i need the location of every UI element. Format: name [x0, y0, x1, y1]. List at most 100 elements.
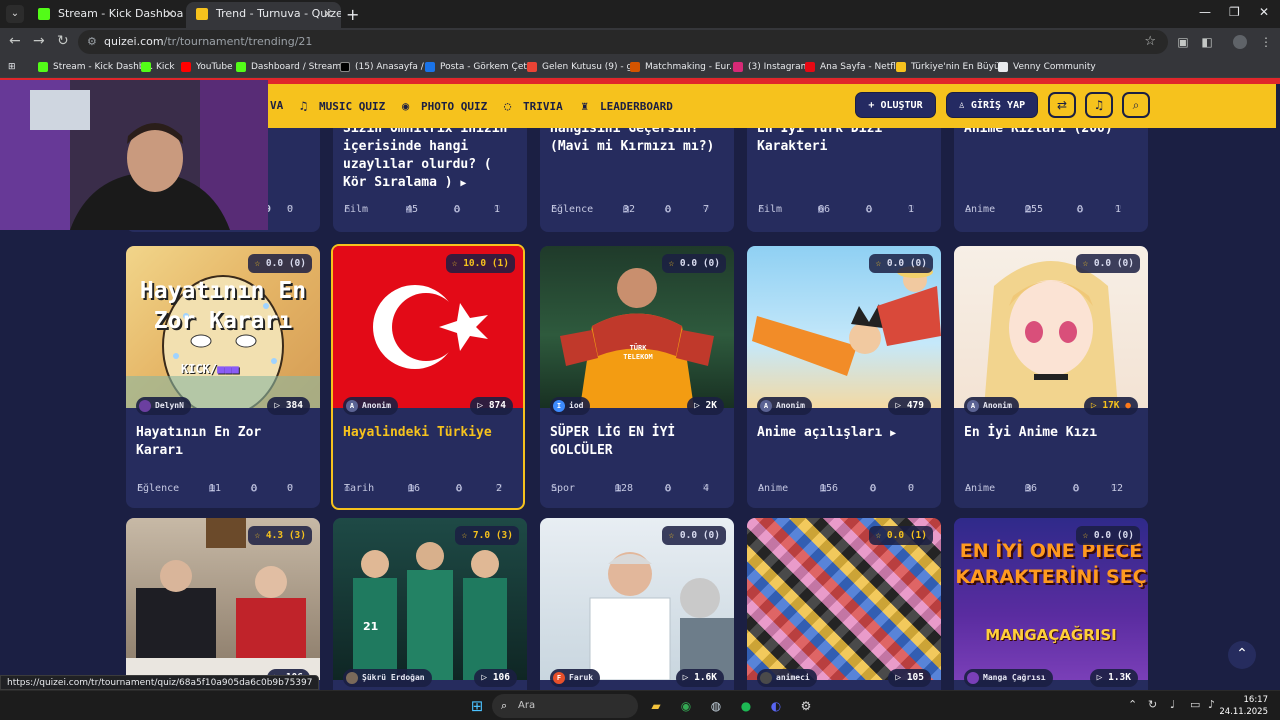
author-badge[interactable]: A Anonim	[343, 397, 398, 415]
bookmark-star-icon[interactable]: ☆	[1144, 30, 1156, 54]
spotify-icon[interactable]: ●	[736, 696, 756, 716]
extensions-puzzle-icon[interactable]: ◧	[1200, 35, 1214, 49]
author-badge[interactable]: F Faruk	[550, 669, 601, 687]
profile-avatar-icon[interactable]	[1233, 35, 1247, 49]
rating-value: 7.0	[472, 530, 491, 541]
network-icon[interactable]: ▭	[1190, 698, 1200, 711]
quiz-card[interactable]: ☆ 4.3 (3) ▷ 106	[126, 518, 320, 690]
start-icon[interactable]: ⊞	[467, 696, 487, 716]
close-tab-icon[interactable]: ✕	[165, 2, 175, 26]
volume-icon[interactable]: ♪	[1208, 698, 1215, 711]
extension-icon[interactable]: ▣	[1176, 35, 1190, 49]
quiz-card[interactable]: ☆ 0.0 (0) A Anonim ▷ 17K ● En İyi Anime K…	[954, 246, 1148, 508]
chrome-icon[interactable]: ◉	[676, 696, 696, 716]
card-title: SÜPER LİG EN İYİ GOLCÜLER	[550, 425, 676, 458]
quiz-card[interactable]: TÜRK TELEKOM ☆ 0.0 (0) Iiod ▷ 2K SÜPER L…	[540, 246, 734, 508]
search-icon[interactable]: ⌕	[1122, 92, 1150, 118]
tab-quizei-trend[interactable]: Trend - Turnuva - Quizei ✕	[186, 2, 341, 28]
author-badge[interactable]: animeci	[757, 669, 817, 687]
avatar	[760, 672, 772, 684]
new-tab-button[interactable]: +	[346, 5, 359, 24]
minimize-icon[interactable]: —	[1199, 5, 1211, 19]
webcam-overlay	[0, 80, 268, 230]
author-badge[interactable]: A Anonim	[757, 397, 812, 415]
bookmark-matchmaking[interactable]: Matchmaking - Eur...	[630, 60, 738, 74]
scroll-to-top-button[interactable]: ⌃	[1228, 641, 1256, 669]
quiz-card[interactable]: Anime Kızları (200) ⌂ Anime ▤ 255 ◯ 0 ♡ 1	[954, 120, 1148, 232]
plays-badge: ▷ 105	[888, 669, 931, 687]
quiz-card[interactable]: ☆ 0.0 (1) animeci ▷ 105	[747, 518, 941, 690]
bookmark-posta[interactable]: Posta - Görkem Çeti...	[425, 60, 538, 74]
bookmark-label: Ana Sayfa - Netflix	[820, 62, 904, 72]
nav-photo-quiz[interactable]: ◉ PHOTO QUIZ	[402, 98, 487, 115]
menu-dots-icon[interactable]: ⋮	[1259, 35, 1273, 49]
nav-trivia[interactable]: ◌ TRIVIA	[504, 98, 563, 115]
rating-badge: ☆ 0.0 (0)	[1076, 526, 1140, 545]
plays-value: 1.6K	[694, 672, 717, 683]
nav-music-quiz[interactable]: ♫ MUSIC QUIZ	[300, 98, 385, 115]
system-clock[interactable]: 16:17 24.11.2025	[1219, 694, 1268, 718]
bookmark-kick[interactable]: Kick	[141, 60, 175, 74]
quiz-card[interactable]: En İyi Türk Dizi Karakteri ⌂ Film ▤ 66 ◯ 0 …	[747, 120, 941, 232]
category-value: Spor	[551, 483, 576, 494]
address-bar[interactable]: ⚙ quizei.com/tr/tournament/trending/21 ☆	[78, 30, 1168, 54]
file-explorer-icon[interactable]: ▰	[646, 696, 666, 716]
plays-badge: ▷ 106	[474, 669, 517, 687]
bookmark-youtube[interactable]: YouTube	[181, 60, 233, 74]
close-tab-icon[interactable]: ✕	[323, 2, 333, 26]
avatar: I	[553, 400, 565, 412]
bookmark-kick-dashboard[interactable]: Stream - Kick Dashb...	[38, 60, 153, 74]
restore-icon[interactable]: ❐	[1229, 5, 1240, 19]
camera-icon: ◉	[402, 99, 410, 113]
notification-bell-icon[interactable]: ♫	[1085, 92, 1113, 118]
bookmark-venny[interactable]: Venny Community	[998, 60, 1096, 74]
tab-kick-dashboard[interactable]: Stream - Kick Dashboard ✕	[28, 2, 183, 28]
bookmark-turkiye[interactable]: Türkiye'nin En Büyü...	[896, 60, 1008, 74]
quiz-card[interactable]: Hangisini Geçersin? (Mavi mi Kırmızı mı?…	[540, 120, 734, 232]
language-icon[interactable]: ⇄	[1048, 92, 1076, 118]
nav-label: TRIVIA	[523, 100, 563, 113]
discord-icon[interactable]: ◐	[766, 696, 786, 716]
apps-grid-icon[interactable]: ⊞	[8, 60, 16, 74]
login-button[interactable]: ♙ GİRİŞ YAP	[946, 92, 1038, 118]
category-value: Film	[758, 204, 783, 215]
close-window-icon[interactable]: ✕	[1259, 5, 1269, 19]
plays-badge: ▷ 1.6K	[675, 669, 724, 687]
bookmark-netflix[interactable]: Ana Sayfa - Netflix	[805, 60, 904, 74]
app-icon[interactable]: ⚙	[796, 696, 816, 716]
steam-icon[interactable]: ◍	[706, 696, 726, 716]
reload-icon[interactable]: ↻	[57, 33, 69, 49]
quiz-card[interactable]: 21 ☆ 7.0 (3) Şükrü Erdoğan ▷ 106	[333, 518, 527, 690]
tab-search-button[interactable]: ⌄	[6, 5, 24, 23]
likes-value: 1	[1115, 204, 1122, 215]
forward-icon[interactable]: →	[33, 33, 45, 49]
nav-leaderboard[interactable]: ♜ LEADERBOARD	[581, 98, 673, 115]
bookmark-instagram[interactable]: (3) Instagram	[733, 60, 809, 74]
taskbar-search[interactable]: ⌕ Ara	[492, 694, 638, 718]
bookmark-gmail[interactable]: Gelen Kutusu (9) - g...	[527, 60, 641, 74]
site-info-icon[interactable]: ⚙	[87, 30, 97, 54]
author-badge[interactable]: Şükrü Erdoğan	[343, 669, 432, 687]
create-button[interactable]: + OLUŞTUR	[855, 92, 936, 118]
bookmark-dashboard-stream[interactable]: Dashboard / Stream...	[236, 60, 350, 74]
card-title: Hayatının En Zor Kararı	[136, 425, 262, 458]
sync-icon[interactable]: ↻	[1148, 698, 1157, 711]
nav-label: LEADERBOARD	[600, 100, 673, 113]
quiz-card[interactable]: ☆ 0.0 (0) F Faruk ▷ 1.6K	[540, 518, 734, 690]
quiz-card[interactable]: EN İYİ ONE PIECE KARAKTERİNİ SEÇ MANGAÇA…	[954, 518, 1148, 690]
bookmark-x[interactable]: (15) Anasayfa / X	[340, 60, 433, 74]
back-icon[interactable]: ←	[9, 33, 21, 49]
author-badge[interactable]: Iiod	[550, 397, 591, 415]
quiz-card[interactable]: ☆ 0.0 (0) A Anonim ▷ 479 Anime açılışları…	[747, 246, 941, 508]
avatar: A	[967, 400, 979, 412]
tray-overflow-icon[interactable]: ⌃	[1128, 698, 1137, 711]
microphone-icon[interactable]: ♩	[1170, 698, 1175, 711]
youtube-icon	[181, 62, 191, 72]
quiz-card[interactable]: Sizin Omnitrix inizin içerisinde hangi u…	[333, 120, 527, 232]
quiz-card[interactable]: Hayatının En Zor Kararı KICK/■■■ ☆ 0.0 (…	[126, 246, 320, 508]
author-badge[interactable]: DelynN	[136, 397, 191, 415]
nav-item-partial[interactable]: VA	[270, 98, 283, 114]
author-badge[interactable]: Manga Çağrısı	[964, 669, 1053, 687]
author-badge[interactable]: A Anonim	[964, 397, 1019, 415]
quiz-card-selected[interactable]: ☆ 10.0 (1) A Anonim ▷ 874 Hayalindeki Tür…	[331, 244, 525, 510]
